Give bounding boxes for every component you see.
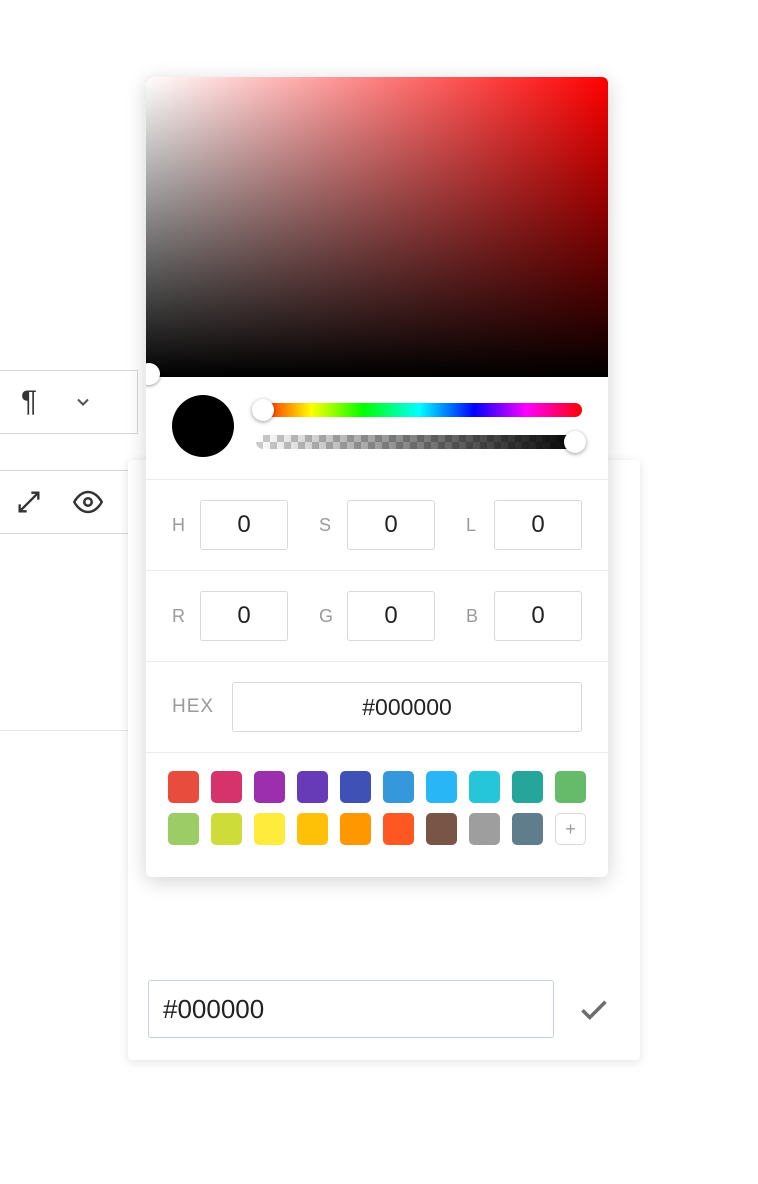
fullscreen-button[interactable] bbox=[0, 472, 59, 532]
swatch[interactable] bbox=[254, 771, 285, 803]
hex-row: HEX bbox=[146, 662, 608, 752]
swatch[interactable] bbox=[168, 771, 199, 803]
s-input[interactable] bbox=[347, 500, 435, 550]
eye-icon bbox=[73, 487, 103, 517]
h-label: H bbox=[172, 515, 190, 536]
paragraph-dropdown[interactable] bbox=[59, 372, 107, 432]
g-label: G bbox=[319, 606, 337, 627]
check-icon bbox=[577, 992, 611, 1026]
hue-thumb[interactable] bbox=[252, 399, 274, 421]
confirm-button[interactable] bbox=[568, 983, 620, 1035]
hex-input[interactable] bbox=[232, 682, 582, 732]
l-input[interactable] bbox=[494, 500, 582, 550]
color-hex-input[interactable] bbox=[148, 980, 554, 1038]
hsl-row: H S L bbox=[146, 480, 608, 570]
s-label: S bbox=[319, 515, 337, 536]
l-label: L bbox=[466, 515, 484, 536]
swatch[interactable] bbox=[426, 813, 457, 845]
swatch[interactable] bbox=[469, 771, 500, 803]
chevron-down-icon bbox=[73, 392, 93, 412]
r-input[interactable] bbox=[200, 591, 288, 641]
preview-button[interactable] bbox=[59, 472, 117, 532]
r-label: R bbox=[172, 606, 190, 627]
g-input[interactable] bbox=[347, 591, 435, 641]
alpha-slider[interactable] bbox=[256, 435, 582, 449]
add-swatch-button[interactable]: + bbox=[555, 813, 586, 845]
swatch[interactable] bbox=[469, 813, 500, 845]
hex-label: HEX bbox=[172, 696, 214, 718]
saturation-area[interactable] bbox=[146, 77, 608, 377]
swatch[interactable] bbox=[383, 771, 414, 803]
divider bbox=[0, 730, 130, 731]
swatch[interactable] bbox=[383, 813, 414, 845]
swatch-row bbox=[168, 771, 586, 803]
swatch[interactable] bbox=[254, 813, 285, 845]
toolbar-row-2 bbox=[0, 470, 138, 534]
swatch[interactable] bbox=[340, 771, 371, 803]
swatch[interactable] bbox=[211, 813, 242, 845]
swatch[interactable] bbox=[340, 813, 371, 845]
swatch[interactable] bbox=[426, 771, 457, 803]
swatch[interactable] bbox=[512, 813, 543, 845]
slider-row bbox=[146, 377, 608, 479]
h-input[interactable] bbox=[200, 500, 288, 550]
swatch[interactable] bbox=[211, 771, 242, 803]
swatch[interactable] bbox=[297, 813, 328, 845]
expand-icon bbox=[15, 488, 43, 516]
color-value-row bbox=[148, 980, 620, 1038]
swatch[interactable] bbox=[168, 813, 199, 845]
color-preview bbox=[172, 395, 234, 457]
alpha-thumb[interactable] bbox=[564, 431, 586, 453]
swatch[interactable] bbox=[512, 771, 543, 803]
alpha-gradient bbox=[256, 435, 582, 449]
swatch-row: + bbox=[168, 813, 586, 845]
swatch-area: + bbox=[146, 753, 608, 877]
rgb-row: R G B bbox=[146, 571, 608, 661]
paragraph-button[interactable]: ¶ bbox=[0, 372, 59, 432]
toolbar-row-1: ¶ bbox=[0, 370, 138, 434]
b-label: B bbox=[466, 606, 484, 627]
b-input[interactable] bbox=[494, 591, 582, 641]
pilcrow-icon: ¶ bbox=[21, 385, 37, 419]
hue-slider[interactable] bbox=[256, 403, 582, 417]
swatch[interactable] bbox=[555, 771, 586, 803]
color-picker: H S L R G B HEX + bbox=[146, 77, 608, 877]
sliders bbox=[256, 403, 582, 449]
swatch[interactable] bbox=[297, 771, 328, 803]
saturation-black-gradient bbox=[146, 77, 608, 377]
